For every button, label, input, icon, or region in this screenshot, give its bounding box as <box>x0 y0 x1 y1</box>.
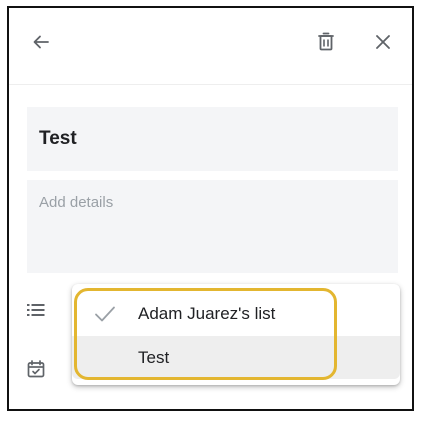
back-button[interactable] <box>27 28 55 56</box>
close-icon <box>376 35 390 49</box>
list-selector-menu: Adam Juarez's list Test <box>72 284 400 385</box>
task-details-field[interactable]: Add details <box>27 180 398 273</box>
delete-button[interactable] <box>312 28 340 56</box>
menu-item-test[interactable]: Test <box>72 336 400 379</box>
close-button[interactable] <box>369 28 397 56</box>
trash-icon <box>318 32 334 51</box>
calendar-icon <box>27 360 45 378</box>
list-icon <box>27 304 45 316</box>
checkmark-icon <box>95 306 115 322</box>
task-details-panel: Test Add details Adam Juarez's list Test <box>7 6 414 411</box>
menu-item-label: Adam Juarez's list <box>138 304 276 323</box>
task-title-field[interactable]: Test <box>27 107 398 171</box>
menu-item-adam-juarez-list[interactable]: Adam Juarez's list <box>72 291 400 337</box>
panel-header <box>9 8 412 85</box>
arrow-left-icon <box>33 35 49 49</box>
menu-item-label: Test <box>138 347 170 367</box>
